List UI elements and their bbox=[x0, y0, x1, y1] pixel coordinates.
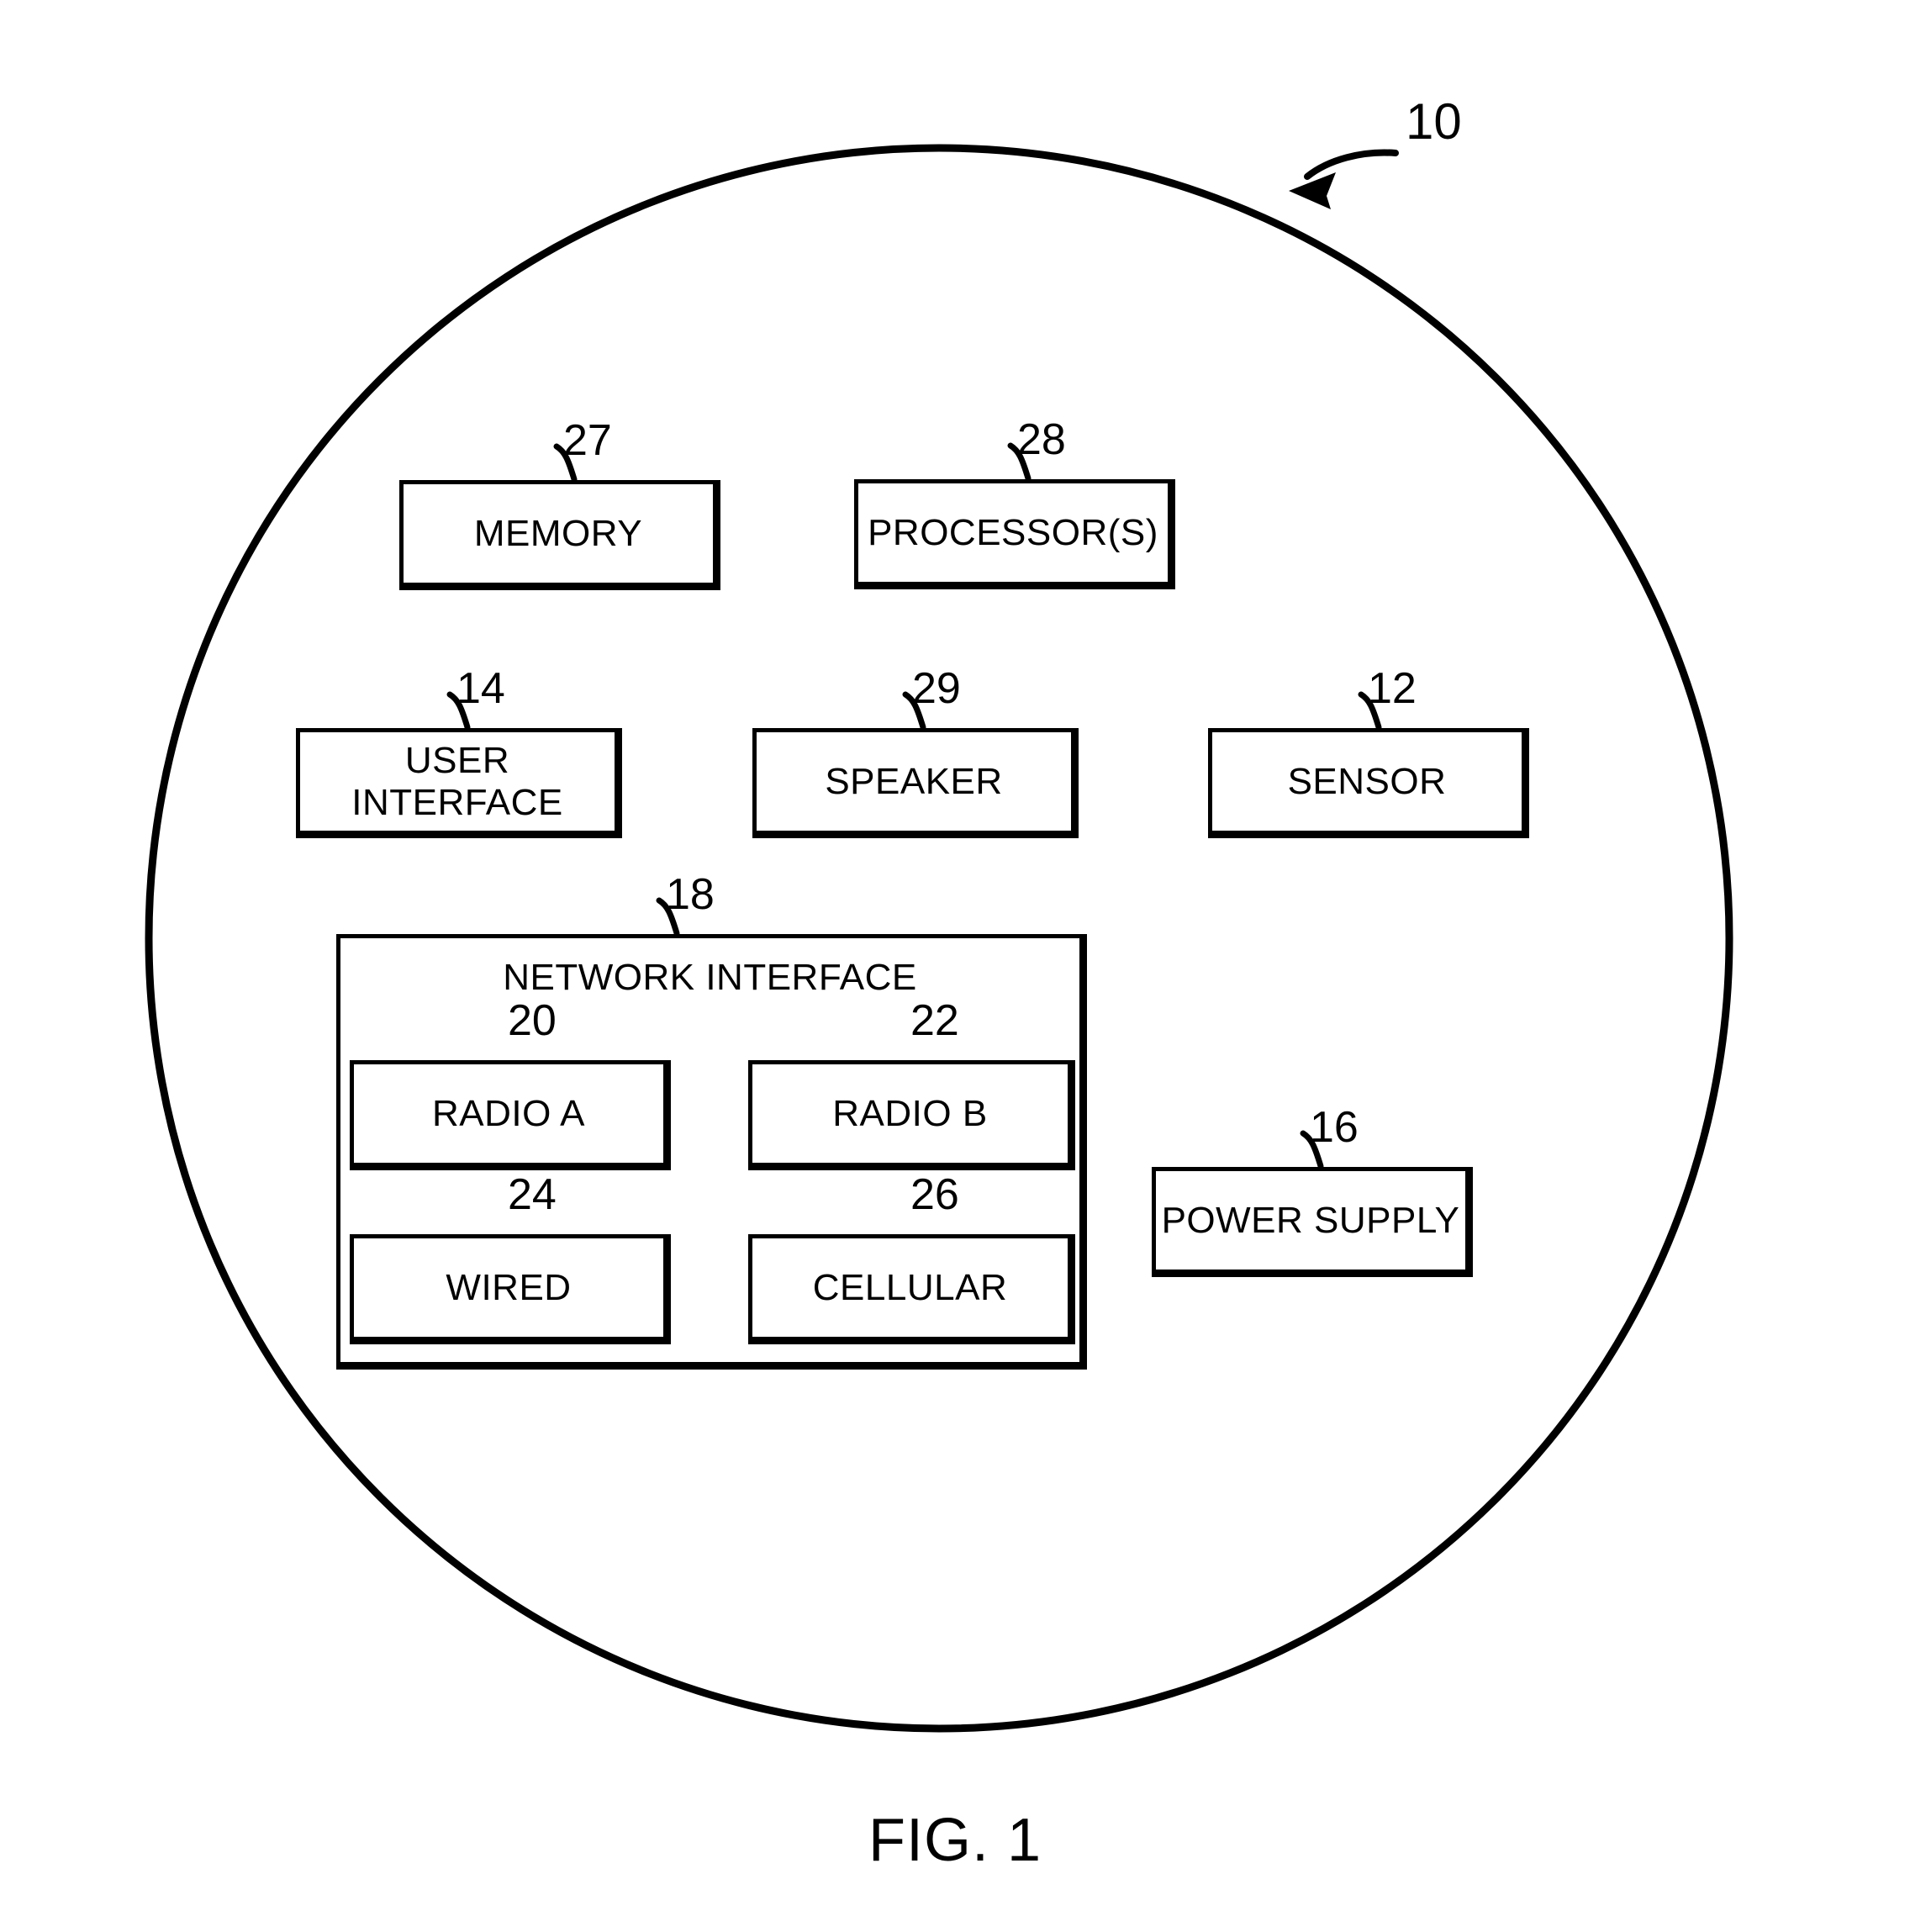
block-cellular-label: CELLULAR bbox=[812, 1266, 1008, 1308]
ref-numeral-user-interface: 14 bbox=[456, 664, 505, 713]
block-memory-label: MEMORY bbox=[473, 512, 643, 554]
block-network-interface-label: NETWORK INTERFACE bbox=[503, 957, 917, 998]
block-sensor-label: SENSOR bbox=[1287, 760, 1447, 802]
block-user-interface[interactable]: USER INTERFACE bbox=[296, 728, 622, 838]
block-radio-a[interactable]: RADIO A bbox=[350, 1060, 671, 1170]
block-radio-b[interactable]: RADIO B bbox=[748, 1060, 1075, 1170]
block-cellular[interactable]: CELLULAR bbox=[748, 1234, 1075, 1344]
ref-numeral-network-interface: 18 bbox=[666, 870, 715, 919]
assembly-leader-arrow bbox=[1304, 149, 1399, 180]
patent-figure: 10 MEMORY 27 PROCESSOR(S) 28 USER INTERF… bbox=[0, 0, 1910, 1932]
ref-numeral-memory: 27 bbox=[563, 416, 612, 465]
ref-numeral-wired: 24 bbox=[508, 1170, 557, 1219]
block-radio-a-label: RADIO A bbox=[432, 1092, 585, 1134]
block-memory[interactable]: MEMORY bbox=[399, 480, 720, 590]
block-user-interface-label: USER INTERFACE bbox=[351, 740, 563, 823]
block-wired[interactable]: WIRED bbox=[350, 1234, 671, 1344]
block-power-supply-label: POWER SUPPLY bbox=[1161, 1199, 1460, 1241]
ref-numeral-cellular: 26 bbox=[910, 1170, 959, 1219]
ref-numeral-speaker: 29 bbox=[912, 664, 961, 713]
block-sensor[interactable]: SENSOR bbox=[1208, 728, 1529, 838]
block-radio-b-label: RADIO B bbox=[832, 1092, 988, 1134]
figure-caption: FIG. 1 bbox=[868, 1807, 1042, 1874]
block-speaker-label: SPEAKER bbox=[825, 760, 1003, 802]
ref-numeral-radio-a: 20 bbox=[508, 996, 557, 1045]
block-processors-label: PROCESSOR(S) bbox=[868, 511, 1158, 553]
block-power-supply[interactable]: POWER SUPPLY bbox=[1152, 1167, 1473, 1277]
ref-numeral-power-supply: 16 bbox=[1310, 1103, 1359, 1152]
ref-numeral-sensor: 12 bbox=[1368, 664, 1417, 713]
block-processors[interactable]: PROCESSOR(S) bbox=[854, 479, 1175, 589]
block-speaker[interactable]: SPEAKER bbox=[752, 728, 1079, 838]
ref-numeral-assembly: 10 bbox=[1406, 93, 1462, 150]
ref-numeral-radio-b: 22 bbox=[910, 996, 959, 1045]
assembly-arrowhead-icon bbox=[1289, 172, 1336, 209]
block-wired-label: WIRED bbox=[446, 1266, 572, 1308]
ref-numeral-processors: 28 bbox=[1017, 415, 1066, 464]
